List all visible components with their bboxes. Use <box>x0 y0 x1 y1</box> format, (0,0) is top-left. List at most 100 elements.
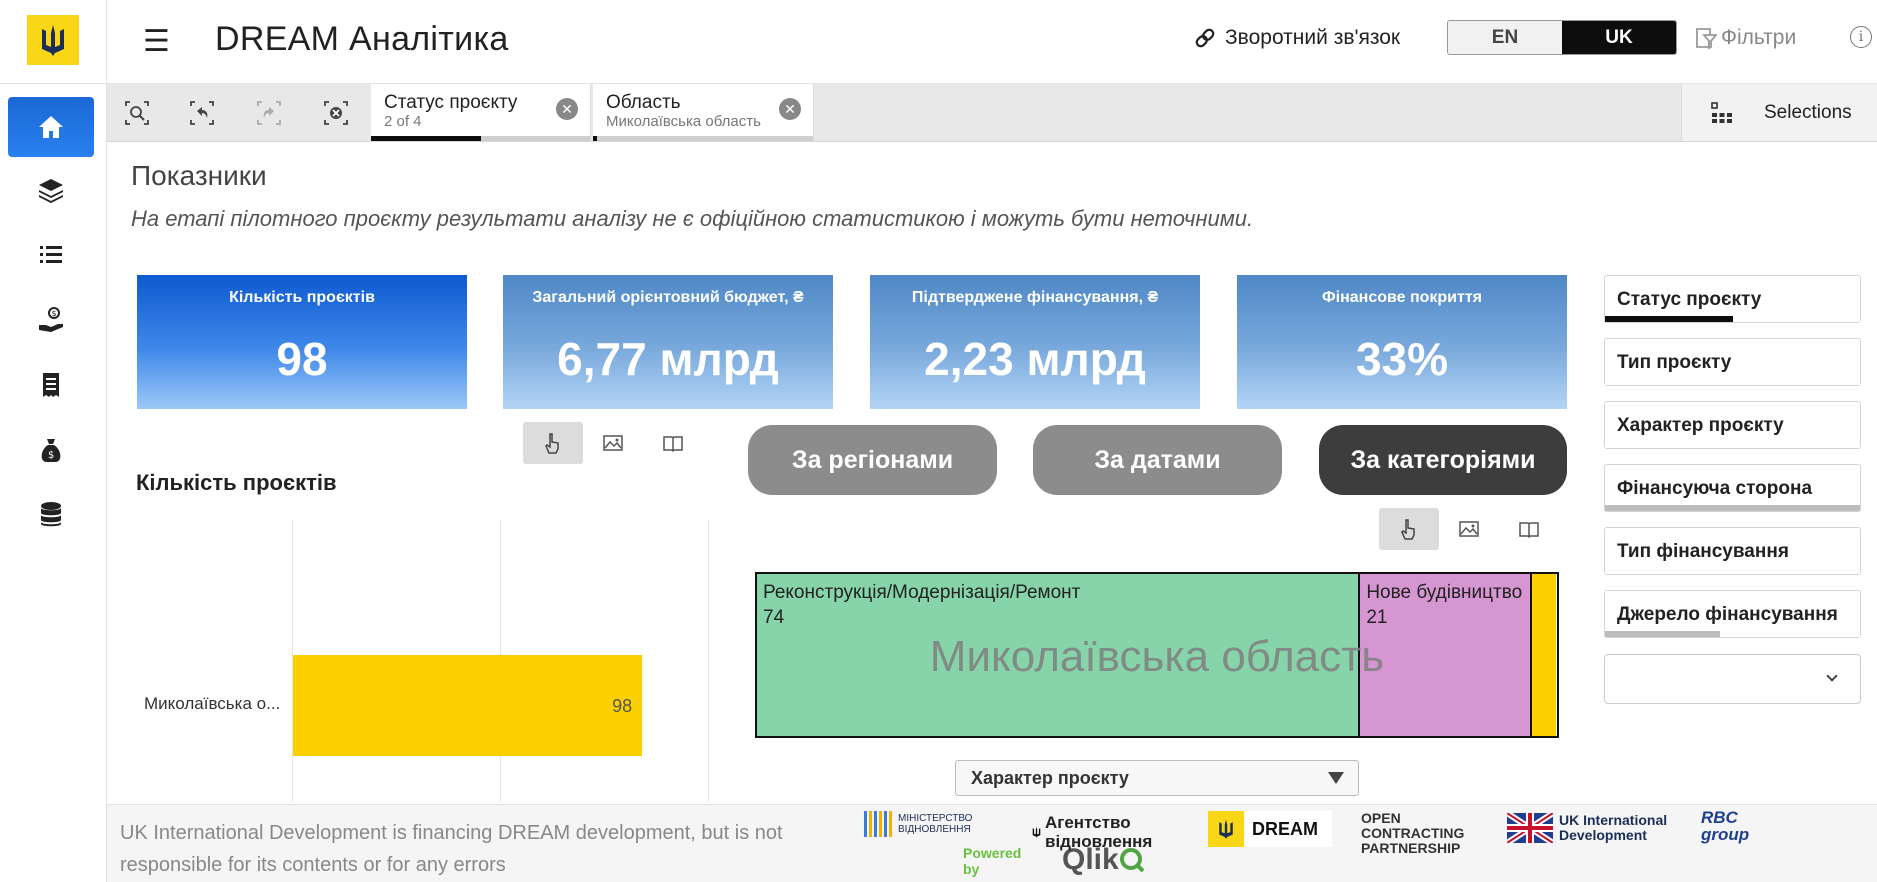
selection-chip-status[interactable]: Статус проєкту 2 of 4 ✕ <box>371 84 591 141</box>
selection-chip-region[interactable]: Область Миколаївська область ✕ <box>593 84 814 141</box>
nav-list[interactable] <box>8 225 94 285</box>
feedback-link[interactable]: Зворотний зв'язок <box>1193 26 1400 50</box>
filter-label: Фінансуюча сторона <box>1617 478 1813 499</box>
trident-icon <box>1032 826 1041 838</box>
filters-button[interactable]: Фільтри <box>1695 26 1796 50</box>
filter-label: Тип фінансування <box>1617 541 1789 562</box>
bar-mykolaiv[interactable] <box>293 655 643 756</box>
kpi-project-count[interactable]: Кількість проєктів 98 <box>137 275 467 409</box>
nav-layers[interactable] <box>8 160 94 220</box>
link-icon <box>1195 28 1215 48</box>
treemap-chart[interactable]: Нове будівництво 21 Реконструкція/Модерніз… <box>755 572 1559 738</box>
view-by-regions-button[interactable]: За регіонами <box>748 425 997 495</box>
filter-funding-party[interactable]: Фінансуюча сторона <box>1604 464 1861 512</box>
grid-line <box>708 520 709 802</box>
filter-state-bar <box>1605 379 1860 385</box>
filter-state-bar <box>1605 505 1860 511</box>
nav-funding[interactable]: $ <box>8 290 94 350</box>
trident-logo[interactable] <box>27 15 79 65</box>
filter-state-bar <box>1605 442 1860 448</box>
trident-icon <box>42 25 64 56</box>
bar-chart[interactable]: Миколаївська о... 98 <box>120 520 720 802</box>
language-switcher: EN UK <box>1447 20 1677 55</box>
step-back-icon <box>190 101 214 125</box>
app-title: DREAM Аналітика <box>215 20 509 58</box>
kpi-value: 6,77 млрд <box>557 333 779 385</box>
filter-label: Характер проєкту <box>1617 415 1784 436</box>
treemap-cell-label: Реконструкція/Модернізація/Ремонт 74 <box>763 580 1080 630</box>
sidebar-divider <box>0 83 107 84</box>
kpi-financial-coverage[interactable]: Фінансове покриття 33% <box>1237 275 1567 409</box>
clear-selections-tool[interactable] <box>321 98 351 128</box>
uk-id-label: UK International Development <box>1559 812 1668 843</box>
selections-grid-icon <box>1711 101 1732 123</box>
filters-label: Фільтри <box>1721 26 1797 49</box>
hamburger-menu-icon[interactable]: ☰ <box>143 27 170 57</box>
dream-logo-mark <box>1208 811 1244 847</box>
page-disclaimer: На етапі пілотного проєкту результати ан… <box>131 206 1254 231</box>
export-image-button[interactable] <box>1439 508 1499 550</box>
nav-money-bag[interactable]: $ <box>8 420 94 480</box>
ocp-logo[interactable]: OPEN CONTRACTING PARTNERSHIP <box>1361 811 1471 856</box>
nav-receipts[interactable] <box>8 355 94 415</box>
story-mode-button[interactable] <box>1499 508 1559 550</box>
svg-text:$: $ <box>52 309 57 318</box>
story-mode-button[interactable] <box>643 422 703 464</box>
book-icon <box>1519 522 1539 539</box>
info-icon[interactable]: i <box>1850 26 1872 48</box>
dream-logo[interactable]: DREAM <box>1208 811 1332 847</box>
step-forward-tool[interactable] <box>254 98 284 128</box>
ministry-stripes-icon <box>864 811 892 837</box>
bar-category-label: Миколаївська о... <box>144 694 281 713</box>
recovery-agency-logo[interactable]: Агентство відновлення <box>1032 813 1172 851</box>
chip-close-icon[interactable]: ✕ <box>556 98 578 120</box>
interact-mode-button[interactable] <box>1379 508 1439 550</box>
lang-en-button[interactable]: EN <box>1448 21 1562 54</box>
dimension-select-value: Характер проєкту <box>971 767 1129 788</box>
footer: UK International Development is financin… <box>107 804 1877 882</box>
kpi-value: 33% <box>1355 333 1449 385</box>
filter-project-status[interactable]: Статус проєкту <box>1604 275 1861 323</box>
filter-project-type[interactable]: Тип проєкту <box>1604 338 1861 386</box>
ministry-logo[interactable]: МІНІСТЕРСТВО ВІДНОВЛЕННЯ <box>864 811 984 837</box>
treemap-cell-name: Нове будівництво <box>1366 582 1523 603</box>
kpi-label: Фінансове покриття <box>1321 289 1483 306</box>
filter-label: Джерело фінансування <box>1617 604 1838 625</box>
more-filters-dropdown[interactable] <box>1604 654 1861 704</box>
selections-button[interactable]: Selections <box>1681 84 1877 141</box>
filter-project-nature[interactable]: Характер проєкту <box>1604 401 1861 449</box>
image-icon <box>1459 521 1479 537</box>
treemap-tools <box>1379 508 1559 550</box>
smart-search-tool[interactable] <box>122 98 152 128</box>
clear-selections-icon <box>324 101 348 125</box>
uk-id-logo[interactable]: UK International Development <box>1507 813 1669 843</box>
view-by-dates-button[interactable]: За датами <box>1033 425 1282 495</box>
treemap-cell[interactable] <box>1531 574 1556 736</box>
nav-home[interactable] <box>8 97 94 157</box>
chip-close-icon[interactable]: ✕ <box>779 98 801 120</box>
export-image-button[interactable] <box>583 422 643 464</box>
filter-label: Тип проєкту <box>1617 352 1732 373</box>
interact-mode-button[interactable] <box>523 422 583 464</box>
recovery-agency-label: Агентство відновлення <box>1045 813 1153 851</box>
kpi-total-budget[interactable]: Загальний орієнтовний бюджет, ₴ 6,77 млр… <box>503 275 833 409</box>
step-back-tool[interactable] <box>187 98 217 128</box>
kpi-confirmed-funding[interactable]: Підтверджене фінансування, ₴ 2,23 млрд <box>870 275 1200 409</box>
rbc-group-logo[interactable]: RBC group <box>1701 809 1761 843</box>
chip-state-bar <box>371 136 590 141</box>
dimension-select[interactable]: Характер проєкту <box>955 760 1359 796</box>
filter-funding-source[interactable]: Джерело фінансування <box>1604 590 1861 638</box>
hand-pointer-icon <box>1401 519 1415 540</box>
step-forward-icon <box>257 101 281 125</box>
filter-funding-type[interactable]: Тип фінансування <box>1604 527 1861 575</box>
treemap-cell[interactable]: Нове будівництво 21 <box>1360 574 1532 736</box>
chip-title: Статус проєкту <box>384 92 518 113</box>
image-icon <box>603 435 623 451</box>
treemap-cell[interactable]: Реконструкція/Модернізація/Ремонт 74 <box>757 574 1361 736</box>
selections-label: Selections <box>1764 101 1852 123</box>
view-by-categories-button[interactable]: За категоріями <box>1319 425 1567 495</box>
book-icon <box>663 436 683 453</box>
nav-database[interactable] <box>8 484 94 544</box>
chip-title: Область <box>606 92 681 113</box>
lang-uk-button[interactable]: UK <box>1562 21 1676 54</box>
